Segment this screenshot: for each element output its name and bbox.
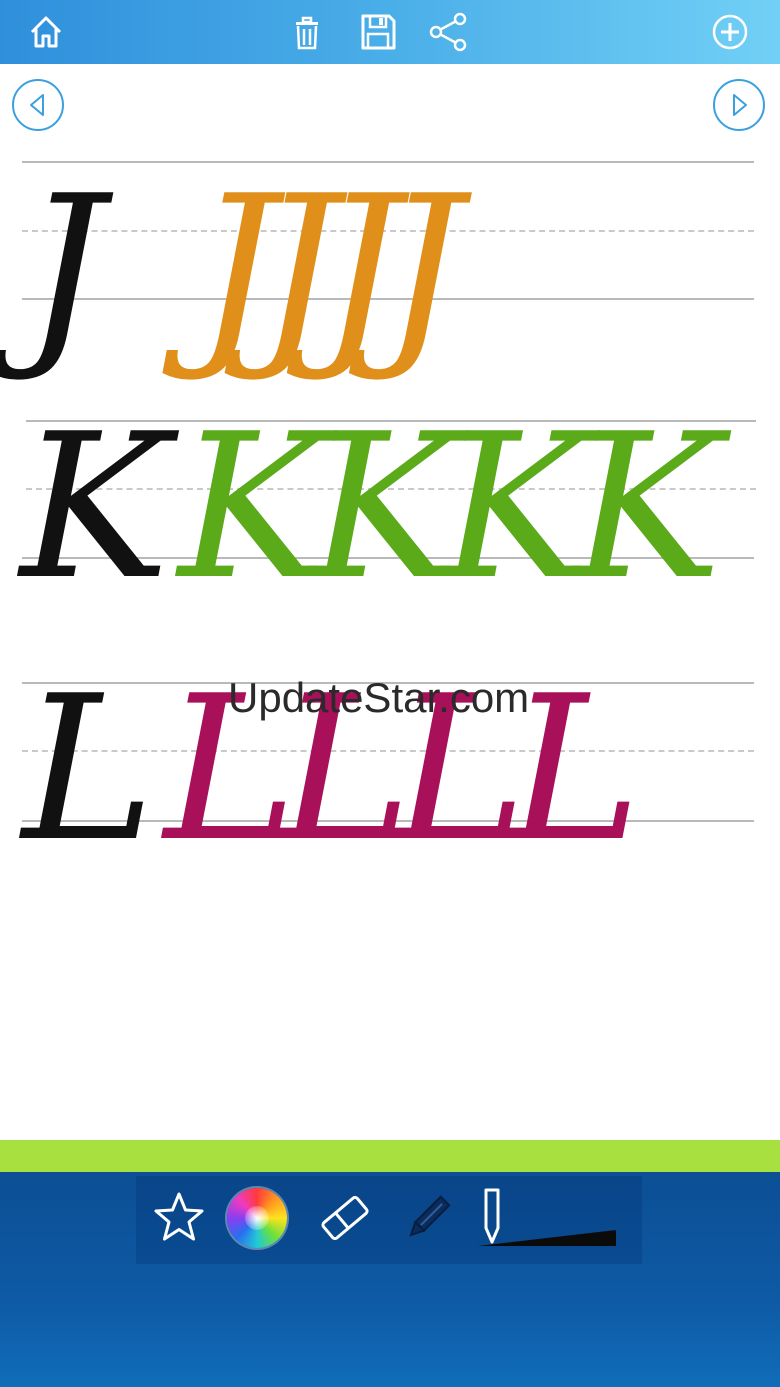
share-icon <box>429 12 467 52</box>
eraser-icon <box>321 1195 369 1241</box>
home-button[interactable] <box>22 8 70 56</box>
add-button[interactable] <box>706 8 754 56</box>
next-icon <box>713 79 765 131</box>
share-button[interactable] <box>424 8 472 56</box>
pencil-icon <box>409 1195 451 1237</box>
delete-button[interactable] <box>283 8 331 56</box>
model-letter: J <box>24 153 105 386</box>
previous-icon <box>12 79 64 131</box>
add-icon <box>712 14 748 50</box>
home-icon <box>30 16 62 48</box>
save-icon <box>361 14 396 50</box>
save-button[interactable] <box>354 8 402 56</box>
pencil-button[interactable] <box>398 1186 458 1250</box>
traced-letters: JJJJ <box>196 153 463 386</box>
next-page-button[interactable] <box>712 78 766 132</box>
model-letter: L <box>22 653 155 886</box>
watermark: UpdateStar.com <box>228 674 530 721</box>
trash-icon <box>296 16 318 50</box>
eraser-button[interactable] <box>314 1186 376 1250</box>
color-picker-button[interactable] <box>226 1186 288 1250</box>
top-toolbar <box>0 0 780 64</box>
previous-page-button[interactable] <box>11 78 65 132</box>
model-letter: K <box>20 391 170 624</box>
brush-size-slider[interactable] <box>474 1186 622 1250</box>
color-wheel-icon <box>227 1188 287 1248</box>
star-icon <box>154 1192 204 1241</box>
accent-strip <box>0 1140 780 1172</box>
favorite-button[interactable] <box>148 1186 210 1250</box>
traced-letters: KKKK <box>178 391 722 624</box>
brush-size-icon <box>478 1188 616 1246</box>
